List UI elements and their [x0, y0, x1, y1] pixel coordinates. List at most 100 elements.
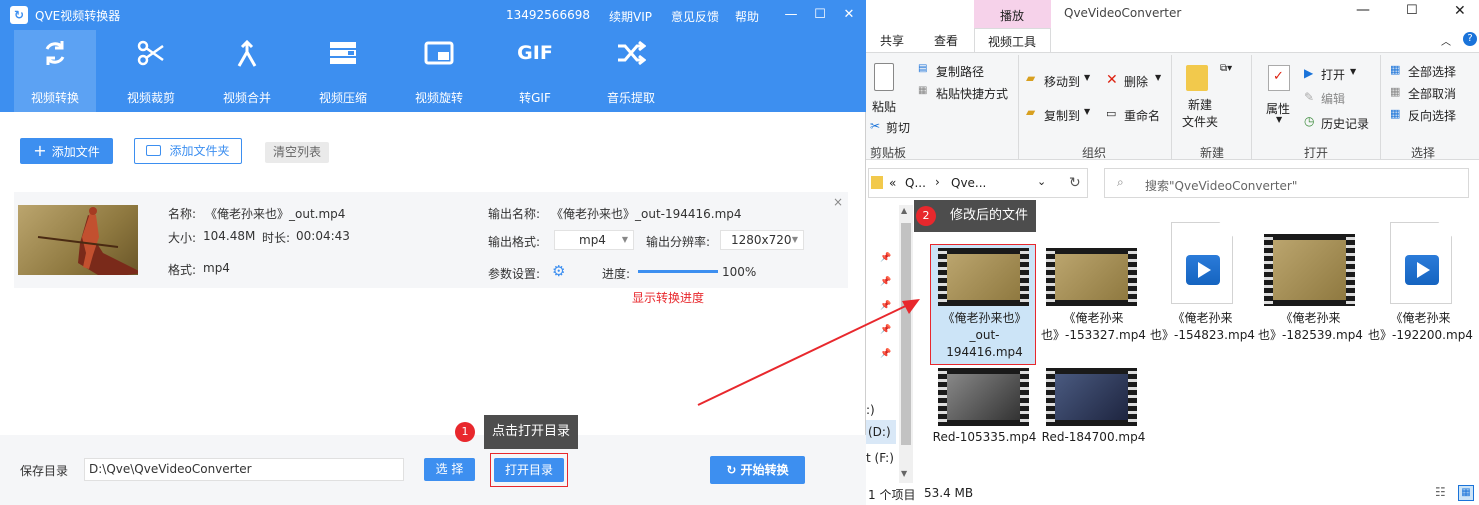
tool-to-gif[interactable]: GIF 转GIF	[494, 30, 576, 112]
save-dir-label: 保存目录	[20, 464, 69, 478]
step-badge-1: 1	[455, 422, 475, 442]
close-icon[interactable]: ✕	[1454, 3, 1466, 19]
copy-path-icon: ▤	[918, 63, 928, 74]
maximize-icon[interactable]: ☐	[1406, 3, 1418, 18]
group-clipboard: 剪贴板	[870, 146, 907, 160]
delete-button[interactable]: 删除	[1124, 73, 1148, 90]
collapse-ribbon-icon[interactable]: ︿	[1441, 33, 1451, 48]
divider	[1018, 55, 1019, 159]
invert-select-button[interactable]: 反向选择	[1408, 107, 1456, 124]
nav-drive-f[interactable]: t (F:)	[866, 451, 894, 465]
tooltip-open-dir: 点击打开目录	[484, 415, 579, 449]
breadcrumb-overflow[interactable]: «	[889, 176, 896, 190]
renew-vip-link[interactable]: 续期VIP	[609, 8, 652, 25]
breadcrumb-1[interactable]: Q...	[905, 176, 926, 190]
properties-icon: ✓	[1268, 65, 1290, 91]
tool-music-extract[interactable]: 音乐提取	[590, 30, 672, 112]
shortcut-icon: ▦	[918, 85, 928, 96]
new-item-icon[interactable]: ⧉▾	[1220, 63, 1232, 74]
help-icon[interactable]: ?	[1463, 32, 1477, 46]
tab-video-tools[interactable]: 视频工具	[974, 28, 1051, 53]
paste-icon[interactable]	[874, 63, 894, 91]
minimize-icon[interactable]: —	[781, 5, 801, 25]
file-name-label: 名称:	[168, 207, 197, 221]
annotation-arrow	[697, 299, 920, 406]
copy-path-button[interactable]: 复制路径	[936, 63, 984, 80]
scissors-icon: ✂	[870, 119, 881, 133]
address-bar[interactable]: « Q... › Qve... ⌄ ↻	[868, 168, 1088, 198]
clear-list-button[interactable]: 清空列表	[265, 142, 329, 163]
nav-drive-d[interactable]: (D:)	[866, 420, 896, 444]
rotate-icon	[424, 41, 454, 65]
details-view-icon[interactable]: ☷	[1435, 485, 1446, 499]
output-format-select[interactable]: mp4 ▼	[554, 230, 634, 250]
maximize-icon[interactable]: ☐	[810, 5, 830, 25]
choose-dir-button[interactable]: 选 择	[424, 458, 475, 481]
history-icon: ◷	[1304, 114, 1315, 128]
save-dir-input[interactable]: D:\Qve\QveVideoConverter	[84, 458, 404, 481]
format-label: 格式:	[168, 263, 197, 277]
merge-icon	[237, 39, 257, 67]
remove-item-icon[interactable]: ×	[833, 195, 843, 209]
move-to-button[interactable]: 移动到	[1044, 73, 1080, 90]
copy-to-button[interactable]: 复制到	[1044, 107, 1080, 124]
search-box[interactable]: ⌕ 搜索"QveVideoConverter"	[1104, 168, 1469, 198]
video-file-icon	[1171, 222, 1233, 304]
file-name: 《俺老孙来也》-154823.mp4	[1150, 311, 1255, 342]
tool-label: 视频裁剪	[126, 91, 175, 105]
minimize-icon[interactable]: —	[1356, 2, 1370, 18]
file-explorer-window: 播放 QveVideoConverter — ☐ ✕ 共享 查看 视频工具 ︿ …	[866, 0, 1479, 505]
scroll-down-icon[interactable]: ▼	[901, 469, 907, 478]
output-format-value: mp4	[579, 233, 606, 247]
group-select: 选择	[1411, 146, 1436, 160]
pin-icon: 📌	[880, 277, 892, 287]
tool-video-crop[interactable]: 视频裁剪	[110, 30, 192, 112]
window-title: QveVideoConverter	[1064, 6, 1182, 20]
tool-bar: 视频转换 视频裁剪 视频合并 视频压缩 视频旋转 GIF 转GIF 音乐提取	[0, 30, 866, 112]
help-link[interactable]: 帮助	[735, 8, 759, 25]
chevron-down-icon: ▼	[1084, 73, 1091, 82]
rename-button[interactable]: 重命名	[1124, 107, 1160, 124]
select-all-button[interactable]: 全部选择	[1408, 63, 1456, 80]
large-icons-view-icon[interactable]: ▦	[1458, 485, 1474, 501]
breadcrumb-2[interactable]: Qve...	[951, 176, 986, 190]
add-file-button[interactable]: + 添加文件	[20, 138, 113, 164]
chevron-down-icon: ▼	[1155, 73, 1162, 82]
open-button[interactable]: 打开	[1321, 66, 1345, 83]
plus-icon: +	[33, 141, 52, 160]
paste-shortcut-button[interactable]: 粘贴快捷方式	[936, 85, 1008, 102]
video-thumbnail-icon	[1264, 234, 1355, 306]
edit-button[interactable]: 编辑	[1321, 90, 1345, 107]
tab-share[interactable]: 共享	[880, 32, 904, 49]
tool-video-compress[interactable]: 视频压缩	[302, 30, 384, 112]
tool-video-merge[interactable]: 视频合并	[206, 30, 288, 112]
gear-icon[interactable]: ⚙	[552, 262, 565, 280]
resolution-select[interactable]: 1280x720 ▼	[720, 230, 804, 250]
output-name: 《俺老孙来也》_out-194416.mp4	[551, 207, 742, 221]
tab-view[interactable]: 查看	[934, 32, 958, 49]
cut-button[interactable]: 剪切	[886, 119, 910, 136]
tool-label: 视频转换	[30, 91, 79, 105]
scroll-up-icon[interactable]: ▲	[901, 206, 907, 215]
history-button[interactable]: 历史记录	[1321, 115, 1369, 132]
add-folder-button[interactable]: 添加文件夹	[134, 138, 242, 164]
feedback-link[interactable]: 意见反馈	[671, 8, 719, 25]
file-size: 104.48M	[203, 229, 256, 243]
tool-label: 视频压缩	[318, 91, 367, 105]
chevron-down-icon: ▼	[791, 235, 798, 244]
app-logo-icon: ↻	[10, 6, 28, 24]
progress-bar	[638, 270, 718, 273]
select-none-button[interactable]: 全部取消	[1408, 85, 1456, 102]
tool-video-rotate[interactable]: 视频旋转	[398, 30, 480, 112]
close-icon[interactable]: ✕	[839, 5, 859, 25]
paste-label[interactable]: 粘贴	[872, 98, 896, 115]
open-dir-button[interactable]: 打开目录	[494, 458, 564, 482]
chevron-down-icon[interactable]: ⌄	[1037, 175, 1046, 188]
new-folder-button[interactable]: 新建 文件夹	[1182, 97, 1218, 131]
refresh-icon[interactable]: ↻	[1069, 175, 1081, 191]
scissors-icon	[137, 40, 164, 66]
title-bar: ↻ QVE视频转换器 13492566698 续期VIP 意见反馈 帮助 — ☐…	[0, 0, 866, 30]
start-convert-button[interactable]: ↻ 开始转换	[710, 456, 805, 484]
add-folder-label: 添加文件夹	[169, 144, 230, 158]
tool-video-convert[interactable]: 视频转换	[14, 30, 96, 112]
